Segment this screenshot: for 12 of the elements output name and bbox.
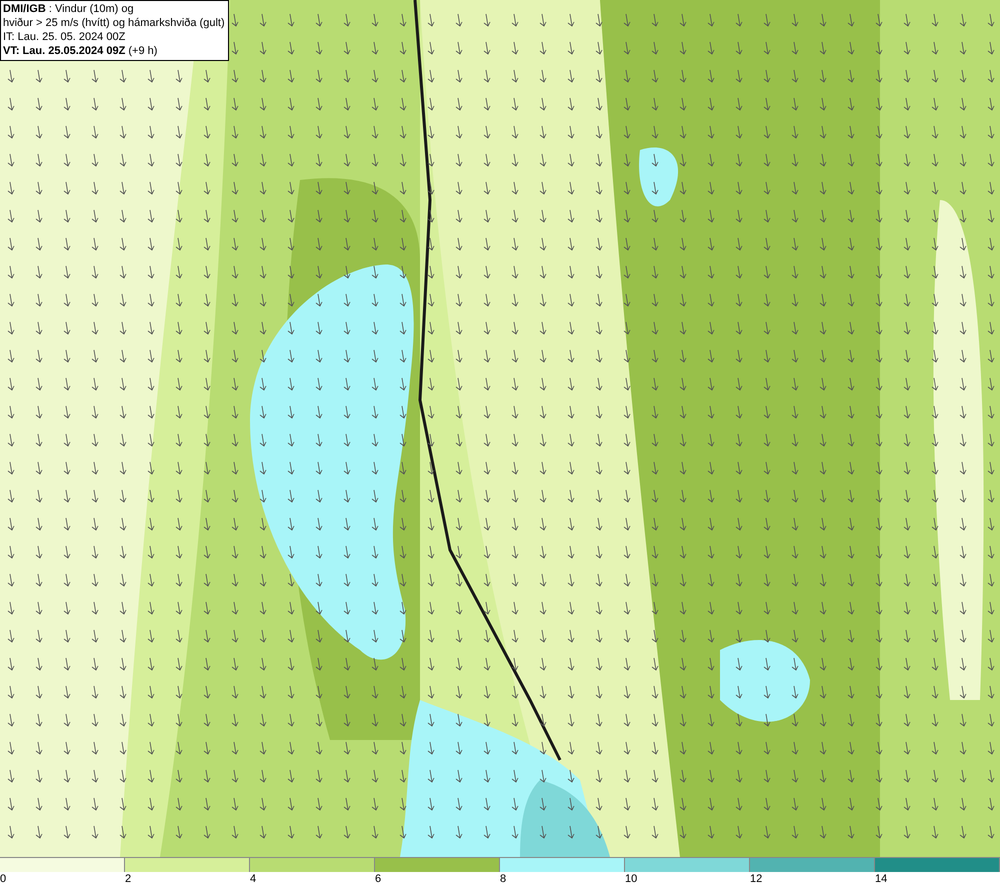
legend-label: 4: [250, 873, 256, 885]
legend-label: 2: [125, 873, 132, 885]
legend-label: 6: [375, 873, 382, 885]
legend-label: 12: [750, 873, 762, 885]
title-line: hviður > 25 m/s (hvítt) og hámarkshviða (gult): [3, 16, 225, 30]
legend-label: 10: [625, 873, 638, 885]
title-line: VT: Lau. 25.05.2024 09Z (+9 h): [3, 44, 158, 58]
legend-label: 8: [500, 873, 506, 885]
legend-label: 0: [0, 873, 6, 885]
legend-label: 14: [875, 873, 888, 885]
title-line: IT: Lau. 25. 05. 2024 00Z: [3, 30, 126, 44]
title-line: DMI/IGB : Vindur (10m) og: [3, 2, 135, 16]
